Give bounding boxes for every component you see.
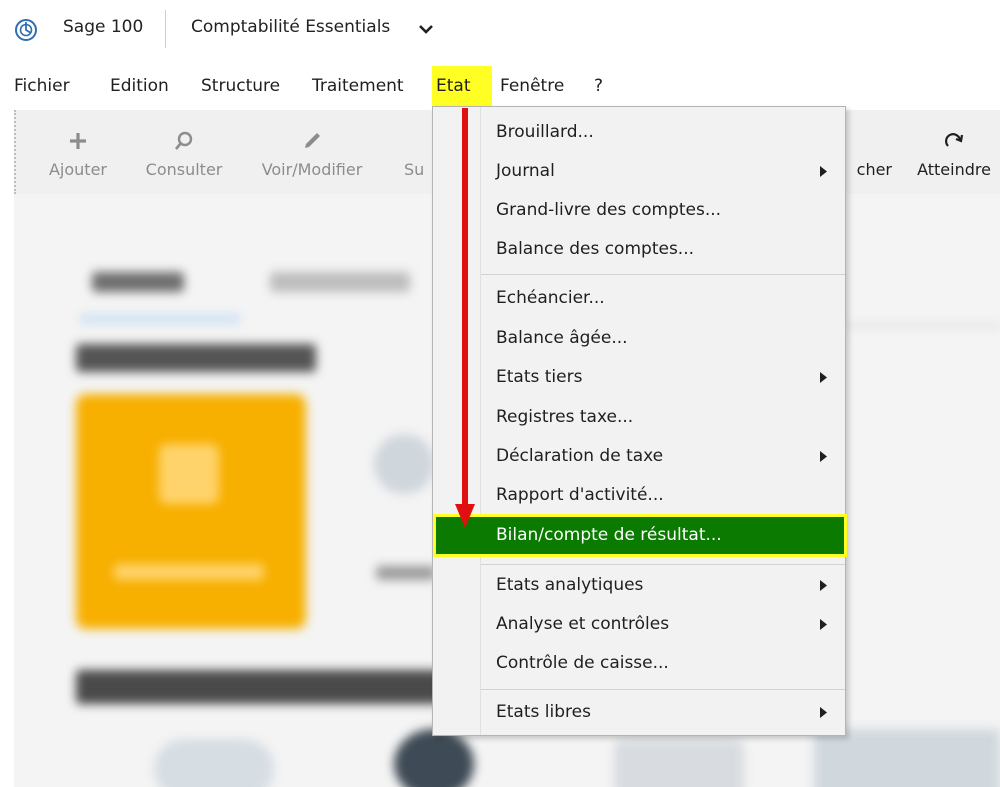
menu-structure[interactable]: Structure xyxy=(201,66,280,106)
menu-separator xyxy=(481,689,845,690)
blurred-tab xyxy=(270,272,410,292)
menu-item-label: Journal xyxy=(496,161,555,181)
menu-item-label: Etats tiers xyxy=(496,367,583,387)
toolbar-add-button[interactable]: Ajouter xyxy=(38,110,118,194)
title-divider xyxy=(165,10,166,48)
toolbar-edit-button[interactable]: Voir/Modifier xyxy=(248,110,376,194)
blurred-heading xyxy=(76,344,316,372)
menu-separator xyxy=(481,564,845,565)
menu-traitement[interactable]: Traitement xyxy=(312,66,404,106)
menu-bar: Fichier Edition Structure Traitement Eta… xyxy=(0,66,1000,106)
menu-item-label: Bilan/compte de résultat... xyxy=(496,525,722,545)
blurred-divider xyxy=(844,324,1000,327)
app-name: Sage 100 xyxy=(63,17,144,37)
blurred-shape xyxy=(814,729,1000,787)
menu-item-registres-taxe[interactable]: Registres taxe... xyxy=(481,398,845,437)
menu-separator xyxy=(481,274,845,275)
plus-icon xyxy=(70,133,86,149)
menu-item-etats-analytiques[interactable]: Etats analytiques xyxy=(481,566,845,605)
redo-icon xyxy=(945,133,964,147)
toolbar-edit-label: Voir/Modifier xyxy=(261,160,363,179)
menu-etat[interactable]: Etat xyxy=(432,66,492,106)
toolbar-add-label: Ajouter xyxy=(48,160,107,179)
toolbar-search-button[interactable]: cher xyxy=(846,110,892,194)
toolbar-goto-button[interactable]: Atteindre xyxy=(906,110,1000,194)
search-icon xyxy=(175,131,193,150)
menu-item-balance-comptes[interactable]: Balance des comptes... xyxy=(481,230,845,269)
pencil-icon xyxy=(305,133,320,148)
menu-item-controle-caisse[interactable]: Contrôle de caisse... xyxy=(481,644,845,683)
menu-item-balance-agee[interactable]: Balance âgée... xyxy=(481,319,845,358)
blurred-tile-label xyxy=(114,564,264,580)
blurred-shape xyxy=(394,729,474,787)
blurred-shape xyxy=(614,739,744,787)
menu-item-label: Grand-livre des comptes... xyxy=(496,200,722,220)
product-switcher[interactable]: Comptabilité Essentials xyxy=(191,17,390,37)
menu-item-bilan-compte-resultat[interactable]: Bilan/compte de résultat... xyxy=(433,514,847,557)
toolbar-view-label: Consulter xyxy=(145,160,223,179)
blurred-tab-underline xyxy=(80,314,240,324)
submenu-arrow-icon xyxy=(820,451,827,462)
blurred-tile xyxy=(76,394,306,629)
submenu-arrow-icon xyxy=(820,580,827,591)
toolbar-goto-label: Atteindre xyxy=(917,160,991,179)
blurred-heading xyxy=(76,670,456,704)
menu-item-journal[interactable]: Journal xyxy=(481,152,845,191)
menu-item-label: Etats libres xyxy=(496,702,591,722)
etat-dropdown-menu: Brouillard... Journal Grand-livre des co… xyxy=(432,106,847,736)
blurred-text xyxy=(376,566,436,580)
blurred-tab xyxy=(92,272,184,292)
menu-item-label: Registres taxe... xyxy=(496,407,634,427)
menu-help[interactable]: ? xyxy=(594,66,603,106)
menu-item-etats-tiers[interactable]: Etats tiers xyxy=(481,358,845,397)
menu-item-analyse-controles[interactable]: Analyse et contrôles xyxy=(481,605,845,644)
sage-logo-icon[interactable] xyxy=(14,18,38,42)
submenu-arrow-icon xyxy=(820,707,827,718)
menu-item-echeancier[interactable]: Echéancier... xyxy=(481,279,845,318)
submenu-arrow-icon xyxy=(820,166,827,177)
menu-item-label: Etats analytiques xyxy=(496,575,644,595)
menu-item-label: Contrôle de caisse... xyxy=(496,653,669,673)
menu-item-label: Balance âgée... xyxy=(496,328,628,348)
blurred-circle xyxy=(374,434,434,494)
menu-edition[interactable]: Edition xyxy=(110,66,169,106)
menu-item-label: Brouillard... xyxy=(496,122,594,142)
menu-fichier[interactable]: Fichier xyxy=(14,66,70,106)
menu-item-brouillard[interactable]: Brouillard... xyxy=(481,113,845,152)
menu-item-rapport-activite[interactable]: Rapport d'activité... xyxy=(481,476,845,515)
app-window: Sage 100 Comptabilité Essentials Fichier… xyxy=(0,0,1000,787)
toolbar-view-button[interactable]: Consulter xyxy=(134,110,234,194)
chevron-down-icon[interactable] xyxy=(418,22,434,36)
menu-fenetre[interactable]: Fenêtre xyxy=(500,66,564,106)
menu-item-etats-libres[interactable]: Etats libres xyxy=(481,693,845,732)
menu-item-label: Rapport d'activité... xyxy=(496,485,664,505)
toolbar-search-label: cher xyxy=(856,160,892,179)
menu-item-grand-livre[interactable]: Grand-livre des comptes... xyxy=(481,191,845,230)
toolbar-delete-button[interactable]: Su xyxy=(404,110,434,194)
menu-item-label: Echéancier... xyxy=(496,288,605,308)
menu-item-label: Déclaration de taxe xyxy=(496,446,664,466)
title-bar: Sage 100 Comptabilité Essentials xyxy=(0,0,1000,58)
blurred-shape xyxy=(154,739,274,787)
menu-item-label: Balance des comptes... xyxy=(496,239,695,259)
menu-item-label: Analyse et contrôles xyxy=(496,614,670,634)
submenu-arrow-icon xyxy=(820,619,827,630)
red-guide-arrow-icon xyxy=(455,108,475,528)
toolbar-delete-label: Su xyxy=(404,160,425,179)
blurred-tile-icon xyxy=(159,444,219,504)
submenu-arrow-icon xyxy=(820,372,827,383)
menu-item-declaration-taxe[interactable]: Déclaration de taxe xyxy=(481,437,845,476)
